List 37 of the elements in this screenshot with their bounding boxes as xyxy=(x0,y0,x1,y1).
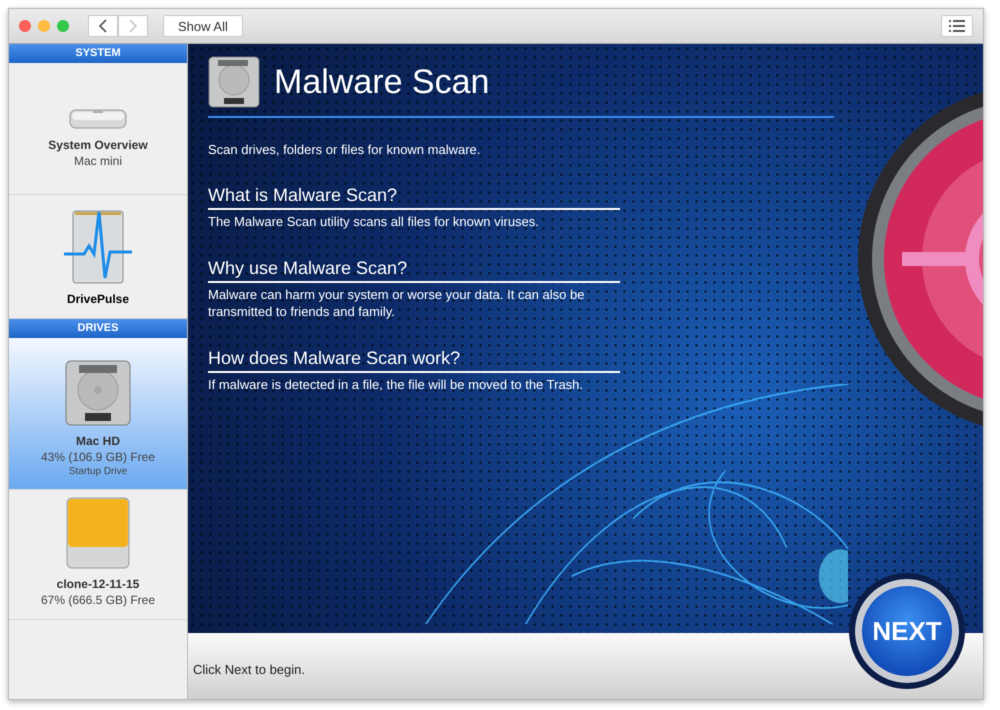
zoom-button[interactable] xyxy=(57,20,69,32)
hard-drive-icon xyxy=(208,56,260,108)
list-icon xyxy=(949,20,965,32)
section-header: DRIVES xyxy=(9,319,187,338)
sidebar-item[interactable]: clone-12-11-15 67% (666.5 GB) Free xyxy=(9,490,187,620)
item-name: clone-12-11-15 xyxy=(56,577,140,591)
item-note: Startup Drive xyxy=(68,466,128,477)
item-detail: Mac mini xyxy=(74,154,122,168)
back-button[interactable] xyxy=(88,15,118,37)
chevron-right-icon xyxy=(128,19,138,33)
section-heading: Why use Malware Scan? xyxy=(208,258,620,283)
minimize-button[interactable] xyxy=(38,20,50,32)
mac-mini-icon xyxy=(69,108,127,130)
page-title: Malware Scan xyxy=(274,62,490,102)
section-heading: What is Malware Scan? xyxy=(208,185,620,210)
section-header: SYSTEM xyxy=(9,44,187,63)
chevron-left-icon xyxy=(98,19,108,33)
item-detail: 43% (106.9 GB) Free xyxy=(40,450,156,464)
section-text: Malware can harm your system or worse your data. It can also be transmitted to friends and family. xyxy=(208,286,586,320)
intro-text: Scan drives, folders or files for known malware. xyxy=(208,142,482,157)
hint-text: Click Next to begin. xyxy=(193,662,305,676)
section-text: If malware is detected in a file, the file will be moved to the Trash. xyxy=(208,376,584,393)
section-heading: How does Malware Scan work? xyxy=(208,348,620,373)
item-detail: 67% (666.5 GB) Free xyxy=(40,593,156,607)
close-button[interactable] xyxy=(19,20,31,32)
item-name: DrivePulse xyxy=(66,292,130,306)
external-drive-icon xyxy=(66,497,130,569)
list-view-button[interactable] xyxy=(941,15,973,37)
sidebar-item[interactable]: System Overview Mac mini xyxy=(9,63,187,195)
item-name: Mac HD xyxy=(76,434,120,448)
item-name: System Overview xyxy=(48,138,148,152)
show-all-button[interactable]: Show All xyxy=(163,15,243,37)
sidebar-item[interactable]: DrivePulse xyxy=(9,195,187,319)
section-text: The Malware Scan utility scans all files for known viruses. xyxy=(208,213,540,230)
drive-pulse-icon xyxy=(63,210,133,284)
hard-drive-icon xyxy=(65,360,131,426)
sidebar-item[interactable]: Mac HD 43% (106.9 GB) Free Startup Drive xyxy=(9,338,187,490)
